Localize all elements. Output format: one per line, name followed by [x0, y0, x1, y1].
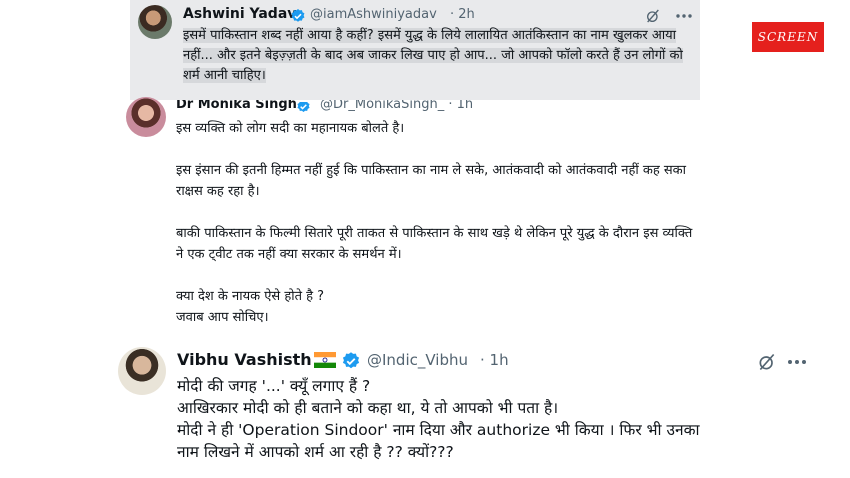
avatar[interactable] — [118, 347, 166, 395]
avatar[interactable] — [138, 5, 172, 39]
tweet-text: मोदी की जगह '...' क्यूँ लगाए हैं ? आखिरक… — [177, 375, 817, 463]
verified-icon — [296, 99, 311, 114]
verified-icon — [291, 9, 305, 22]
india-flag-icon — [314, 352, 336, 368]
more-icon[interactable] — [675, 10, 693, 22]
grok-icon[interactable] — [757, 352, 777, 372]
tweet-text-line: नाम लिखने में आपको शर्म आ रही है ?? क्यो… — [177, 443, 454, 461]
tweet-author-name[interactable]: Vibhu Vashisth — [177, 350, 312, 369]
grok-icon[interactable] — [645, 8, 661, 24]
tweet-text-line: मोदी ने ही 'Operation Sindoor' नाम दिया … — [177, 421, 700, 439]
tweet-time[interactable]: · 1h — [480, 351, 509, 369]
tweet-author-name[interactable]: Ashwini Yadav — [183, 6, 296, 22]
more-icon[interactable] — [786, 355, 808, 369]
screen-badge: SCREEN — [752, 22, 824, 52]
tweet-text-line: आखिरकार मोदी को ही बताने को कहा था, ये त… — [177, 399, 559, 417]
verified-icon — [342, 352, 360, 369]
tweet-text: इसमें पाकिस्तान शब्द नहीं आया है कहीं? इ… — [183, 28, 683, 83]
tweet-handle[interactable]: @iamAshwiniyadav — [310, 7, 437, 22]
tweet-text: इस व्यक्ति को लोग सदी का महानायक बोलते ह… — [176, 121, 693, 325]
avatar[interactable] — [126, 97, 166, 137]
tweet-text-line: मोदी की जगह '...' क्यूँ लगाए हैं ? — [177, 377, 371, 395]
tweet-time[interactable]: · 2h — [450, 7, 475, 22]
tweet-handle[interactable]: @Indic_Vibhu — [367, 351, 468, 369]
